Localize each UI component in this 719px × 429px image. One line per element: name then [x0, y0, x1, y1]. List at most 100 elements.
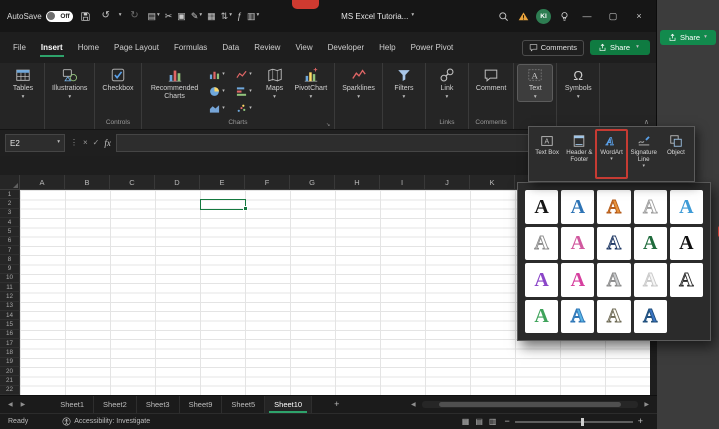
column-header-f[interactable]: F [245, 175, 290, 190]
wordart-style-14[interactable]: A [597, 263, 630, 297]
ribbon-tab-data[interactable]: Data [215, 39, 246, 56]
column-header-a[interactable]: A [20, 175, 65, 190]
line-chart-button[interactable]: ▾ [231, 69, 258, 80]
row-header-18[interactable]: 18 [0, 348, 20, 357]
sheet-tab-sheet10[interactable]: Sheet10 [265, 396, 312, 413]
ribbon-button-recommended-charts[interactable]: Recommended Charts [146, 65, 204, 101]
wordart-style-9[interactable]: A [597, 227, 630, 261]
zoom-slider[interactable] [515, 421, 633, 423]
row-header-16[interactable]: 16 [0, 330, 20, 339]
enter-button[interactable]: ✓ [93, 139, 100, 147]
ribbon-button-illustrations[interactable]: Illustrations▾ [49, 65, 90, 101]
ribbon-button-checkbox[interactable]: Checkbox [99, 65, 136, 93]
ribbon-button-pivotchart[interactable]: PivotChart▾ [292, 65, 331, 101]
copy-button[interactable]: ▣ [177, 12, 186, 21]
ribbon-button-tables[interactable]: Tables▾ [6, 65, 40, 101]
menu-item-text-box[interactable]: AText Box [531, 129, 563, 179]
column-header-c[interactable]: C [110, 175, 155, 190]
ribbon-button-sparklines[interactable]: Sparklines▾ [339, 65, 378, 101]
row-header-8[interactable]: 8 [0, 255, 20, 264]
column-chart-button[interactable]: ▾ [204, 69, 231, 80]
wordart-style-3[interactable]: A [597, 190, 630, 224]
row-header-5[interactable]: 5 [0, 227, 20, 236]
wordart-style-1[interactable]: A [525, 190, 558, 224]
wordart-style-15[interactable]: A [634, 263, 667, 297]
pie-chart-button[interactable]: ▾ [204, 86, 231, 97]
zoom-out-button[interactable]: − [504, 417, 509, 426]
sheet-nav-right-button[interactable]: ▶ [17, 402, 30, 408]
column-header-h[interactable]: H [335, 175, 380, 190]
undo-button[interactable]: ↺ [99, 9, 113, 23]
ribbon-tab-view[interactable]: View [288, 39, 319, 56]
page-break-view-button[interactable]: ▥ [489, 418, 497, 426]
accessibility-status[interactable]: Accessibility: Investigate [62, 417, 150, 426]
menu-item-header-footer[interactable]: Header & Footer [563, 129, 595, 179]
save-button[interactable] [79, 9, 93, 23]
maximize-button[interactable]: ▢ [603, 0, 623, 32]
menu-item-signature-line[interactable]: Signature Line▾ [628, 129, 660, 179]
insert-function-button[interactable]: fx [104, 139, 111, 148]
sheet-tab-sheet5[interactable]: Sheet5 [222, 396, 265, 413]
lightbulb-icon[interactable] [557, 9, 571, 23]
row-header-22[interactable]: 22 [0, 386, 20, 395]
row-header-3[interactable]: 3 [0, 209, 20, 218]
sort-button[interactable]: ⇅▾ [221, 12, 232, 21]
ribbon-button-link[interactable]: Link▾ [430, 65, 464, 101]
external-share-button[interactable]: Share ▾ [660, 30, 716, 45]
sheet-tab-sheet2[interactable]: Sheet2 [94, 396, 137, 413]
wordart-style-18[interactable]: A [561, 300, 594, 334]
function-button[interactable]: ƒ [237, 12, 242, 21]
scroll-right-button[interactable]: ▶ [640, 402, 653, 408]
ribbon-tab-help[interactable]: Help [372, 39, 402, 56]
wordart-style-11[interactable]: A [670, 227, 703, 261]
wordart-style-12[interactable]: A [525, 263, 558, 297]
page-layout-view-button[interactable]: ▤ [475, 418, 483, 426]
row-header-14[interactable]: 14 [0, 311, 20, 320]
menu-item-object[interactable]: Object [660, 129, 692, 179]
zoom-slider-thumb[interactable] [581, 418, 584, 426]
row-header-20[interactable]: 20 [0, 367, 20, 376]
wordart-style-2[interactable]: A [561, 190, 594, 224]
ribbon-button-text[interactable]: AText▾ [518, 65, 552, 101]
area-chart-button[interactable]: ▾ [204, 103, 231, 114]
close-button[interactable]: × [629, 0, 649, 32]
ribbon-tab-home[interactable]: Home [71, 39, 106, 56]
row-header-6[interactable]: 6 [0, 237, 20, 246]
ribbon-button-comment[interactable]: Comment [473, 65, 509, 93]
scatter-chart-button[interactable]: ▾ [231, 103, 258, 114]
wordart-style-19[interactable]: A [597, 300, 630, 334]
ribbon-tab-power-pivot[interactable]: Power Pivot [404, 39, 461, 56]
collapse-ribbon-button[interactable]: ∧ [644, 119, 649, 126]
wordart-style-16[interactable]: A [670, 263, 703, 297]
row-header-1[interactable]: 1 [0, 190, 20, 199]
column-header-j[interactable]: J [425, 175, 470, 190]
format-painter-button[interactable]: ✎▾ [191, 12, 202, 21]
insert-table-button[interactable]: ▦ [207, 12, 216, 21]
ribbon-tab-page-layout[interactable]: Page Layout [107, 39, 166, 56]
chevron-down-icon[interactable]: ▾ [119, 13, 122, 19]
row-header-12[interactable]: 12 [0, 292, 20, 301]
cancel-button[interactable]: × [83, 139, 88, 147]
wordart-style-7[interactable]: A [561, 227, 594, 261]
row-header-13[interactable]: 13 [0, 302, 20, 311]
new-sheet-button[interactable]: + [328, 400, 345, 409]
warning-icon[interactable] [516, 9, 530, 23]
row-header-15[interactable]: 15 [0, 320, 20, 329]
column-header-g[interactable]: G [290, 175, 335, 190]
column-header-b[interactable]: B [65, 175, 110, 190]
name-box[interactable]: E2 ▾ [5, 134, 65, 152]
row-header-19[interactable]: 19 [0, 358, 20, 367]
wordart-style-13[interactable]: A [561, 263, 594, 297]
wordart-style-17[interactable]: A [525, 300, 558, 334]
row-header-7[interactable]: 7 [0, 246, 20, 255]
ribbon-button-filters[interactable]: Filters▾ [387, 65, 421, 101]
sheet-tab-sheet9[interactable]: Sheet9 [180, 396, 223, 413]
autosave-switch[interactable]: Off [46, 11, 73, 22]
select-all-button[interactable] [0, 175, 20, 190]
sheet-tab-sheet3[interactable]: Sheet3 [137, 396, 180, 413]
wordart-style-20[interactable]: A [634, 300, 667, 334]
bar-chart-button[interactable]: ▾ [231, 86, 258, 97]
normal-view-button[interactable]: ▦ [462, 418, 470, 426]
column-header-e[interactable]: E [200, 175, 245, 190]
freeze-panes-button[interactable]: ▥▾ [247, 12, 259, 21]
